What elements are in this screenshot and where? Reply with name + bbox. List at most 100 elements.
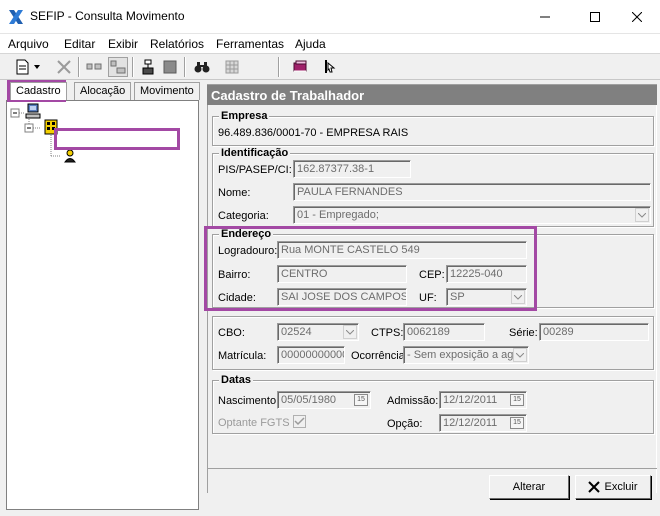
identificacao-group: Identificação PIS/PASEP/CI: 162.87377.38… [212,147,654,227]
categoria-dropdown-button[interactable] [635,208,649,222]
menu-ferramentas[interactable]: Ferramentas [216,37,284,51]
tree-expand-button[interactable] [108,57,128,77]
help-pointer-button[interactable] [318,57,338,77]
alterar-label: Alterar [512,481,546,493]
title-bar: SEFIP - Consulta Movimento [0,0,660,34]
ctps-label: CTPS: [371,327,404,339]
tree-collapse-button[interactable] [84,57,104,77]
admissao-date-field[interactable]: 12/12/2011 15 [439,391,527,409]
chevron-down-icon [514,294,522,300]
hierarchy-button[interactable] [138,57,158,77]
close-window-button[interactable] [614,0,660,34]
worker-person-icon [64,149,76,163]
bairro-label: Bairro: [218,269,251,281]
calendar-icon[interactable]: 15 [510,394,524,406]
matricula-field[interactable]: 00000000000 [277,346,345,364]
company-building-icon [44,119,58,135]
tab-movimento[interactable]: Movimento [134,82,200,100]
logradouro-label: Logradouro: [218,245,278,257]
menu-relatorios[interactable]: Relatórios [150,37,204,51]
menu-exibir[interactable]: Exibir [108,37,138,51]
search-button[interactable] [192,57,212,77]
ctps-field[interactable]: 0062189 [403,323,485,341]
cep-label: CEP: [419,269,445,281]
cidade-field[interactable]: SAI JOSE DOS CAMPOS [277,288,407,306]
nome-field[interactable]: PAULA FERNANDES [293,183,651,201]
new-document-icon [16,59,40,75]
tab-alocacao[interactable]: Alocação [74,82,132,100]
trabalho-group: CBO: 02524 CTPS: 0062189 Série: 00289 Ma… [212,316,654,370]
menu-ajuda[interactable]: Ajuda [295,37,326,51]
minimize-button[interactable] [522,0,568,34]
opcao-value: 12/12/2011 [443,417,498,429]
stop-square-icon [163,60,177,74]
delete-button[interactable] [54,57,74,77]
ocorrencia-value: - Sem exposição a age [407,349,520,361]
database-icon [225,60,239,74]
empresa-group: Empresa 96.489.836/0001-70 - EMPRESA RAI… [212,110,654,146]
excluir-label: Excluir [604,481,638,493]
delete-x-icon [57,60,71,74]
left-pane: Cadastro Alocação Movimento [4,80,201,512]
stop-button[interactable] [160,57,180,77]
maximize-icon [590,12,600,22]
nascimento-date-field[interactable]: 05/05/1980 15 [277,391,371,409]
optante-fgts-checkbox[interactable] [293,415,306,428]
ocorrencia-dropdown-button[interactable] [513,348,527,362]
tree-view[interactable] [6,100,199,510]
cbo-dropdown-button[interactable] [343,325,357,339]
hierarchy-icon [142,59,154,75]
nascimento-label: Nascimento: [218,395,280,407]
cidade-label: Cidade: [218,292,256,304]
categoria-select[interactable]: 01 - Empregado; [293,206,651,224]
books-button[interactable] [290,57,310,77]
database-button[interactable] [222,57,242,77]
window-title: SEFIP - Consulta Movimento [30,9,185,23]
ocorrencia-label: Ocorrência: [351,350,408,362]
computer-icon [25,103,41,119]
uf-label: UF: [419,292,437,304]
categoria-value: 01 - Empregado; [297,209,379,221]
alterar-button[interactable]: Alterar [489,475,569,499]
serie-field[interactable]: 00289 [539,323,649,341]
new-document-button[interactable] [12,57,46,77]
opcao-label: Opção: [387,418,423,430]
close-x-icon [588,481,601,493]
chevron-down-icon [516,352,524,358]
excluir-button[interactable]: Excluir [575,475,651,499]
toolbar-separator [278,57,280,77]
uf-dropdown-button[interactable] [511,290,525,304]
ocorrencia-select[interactable]: - Sem exposição a age [403,346,529,364]
nascimento-value: 05/05/1980 [281,394,337,406]
help-pointer-icon [325,60,336,73]
toolbar-separator [184,57,186,77]
calendar-icon[interactable]: 15 [510,417,524,429]
nome-label: Nome: [218,187,251,199]
opcao-date-field[interactable]: 12/12/2011 15 [439,414,527,432]
logradouro-field[interactable]: Rua MONTE CASTELO 549 [277,241,527,259]
cbo-select[interactable]: 02524 [277,323,359,341]
sefip-x-icon [9,10,23,24]
toolbar-separator [78,57,80,77]
calendar-icon[interactable]: 15 [354,394,368,406]
uf-value: SP [450,291,465,303]
toolbar-separator [132,57,134,77]
categoria-label: Categoria: [218,210,269,222]
tab-cadastro[interactable]: Cadastro [10,82,67,100]
bairro-field[interactable]: CENTRO [277,265,407,283]
cbo-label: CBO: [218,327,245,339]
books-icon [293,60,307,72]
datas-group: Datas Nascimento: 05/05/1980 15 Admissão… [212,374,654,434]
tree-expand-icon [110,60,126,74]
pis-field[interactable]: 162.87377.38-1 [293,160,411,178]
cep-field[interactable]: 12225-040 [446,265,527,283]
datas-group-title: Datas [219,374,253,386]
admissao-label: Admissão: [387,395,439,407]
maximize-button[interactable] [572,0,618,34]
serie-label: Série: [509,327,538,339]
form-area: Empresa 96.489.836/0001-70 - EMPRESA RAI… [207,105,657,493]
menu-editar[interactable]: Editar [64,37,95,51]
empresa-value: 96.489.836/0001-70 - EMPRESA RAIS [218,127,409,139]
uf-select[interactable]: SP [446,288,527,306]
menu-arquivo[interactable]: Arquivo [8,37,49,51]
